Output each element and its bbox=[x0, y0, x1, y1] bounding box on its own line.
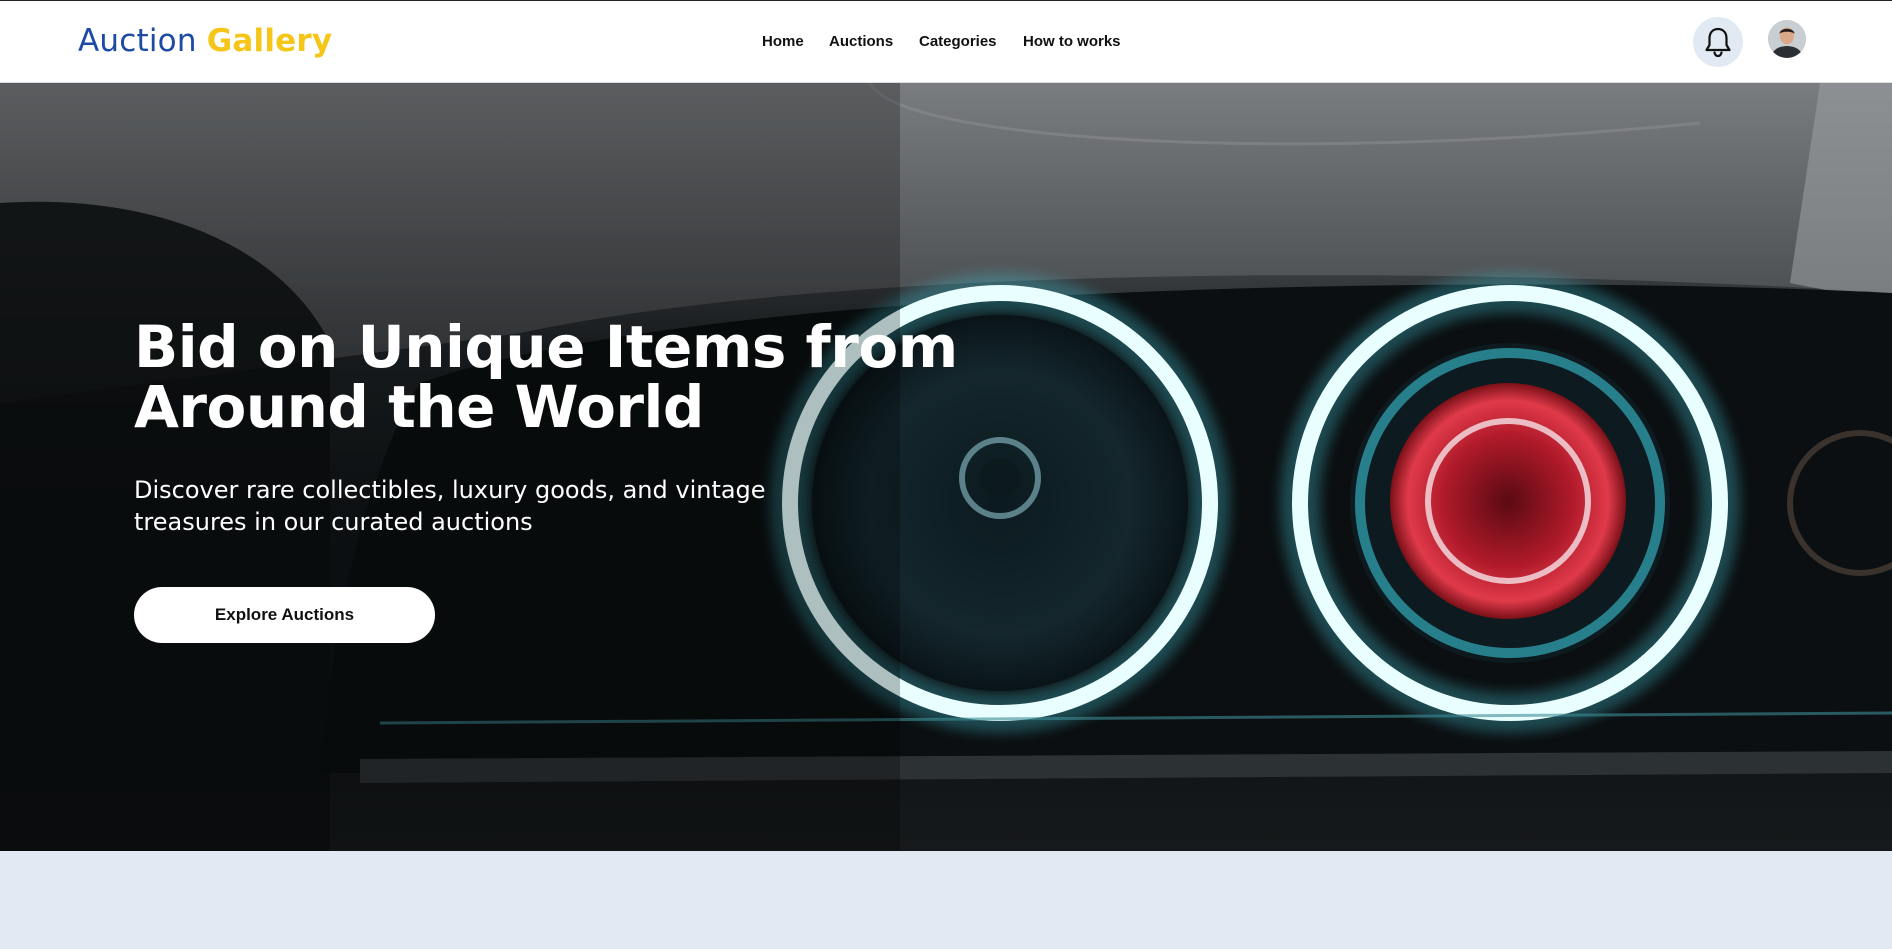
profile-photo bbox=[1768, 20, 1806, 58]
nav-how-it-works[interactable]: How to works bbox=[1023, 33, 1121, 50]
user-avatar[interactable] bbox=[1768, 20, 1806, 58]
bell-icon bbox=[1705, 27, 1731, 58]
nav-auctions[interactable]: Auctions bbox=[829, 33, 893, 50]
hero-background-image bbox=[0, 83, 1892, 851]
nav-home[interactable]: Home bbox=[762, 33, 804, 50]
hero-subtitle: Discover rare collectibles, luxury goods… bbox=[134, 474, 834, 538]
notifications-button[interactable] bbox=[1693, 17, 1743, 67]
main-nav: Home Auctions Categories How to works bbox=[0, 33, 1892, 53]
hero-subtitle-line-1: Discover rare collectibles, luxury goods… bbox=[134, 476, 766, 504]
content-area bbox=[0, 851, 1892, 949]
hero-subtitle-line-2: treasures in our curated auctions bbox=[134, 508, 533, 536]
hero-title: Bid on Unique Items from Around the Worl… bbox=[134, 317, 1034, 437]
explore-auctions-button[interactable]: Explore Auctions bbox=[134, 587, 435, 643]
hero-title-line-1: Bid on Unique Items from bbox=[134, 313, 958, 381]
site-header: Auction Gallery Home Auctions Categories… bbox=[0, 1, 1892, 83]
hero-section: Bid on Unique Items from Around the Worl… bbox=[0, 83, 1892, 851]
nav-categories[interactable]: Categories bbox=[919, 33, 997, 50]
hero-title-line-2: Around the World bbox=[134, 373, 704, 441]
